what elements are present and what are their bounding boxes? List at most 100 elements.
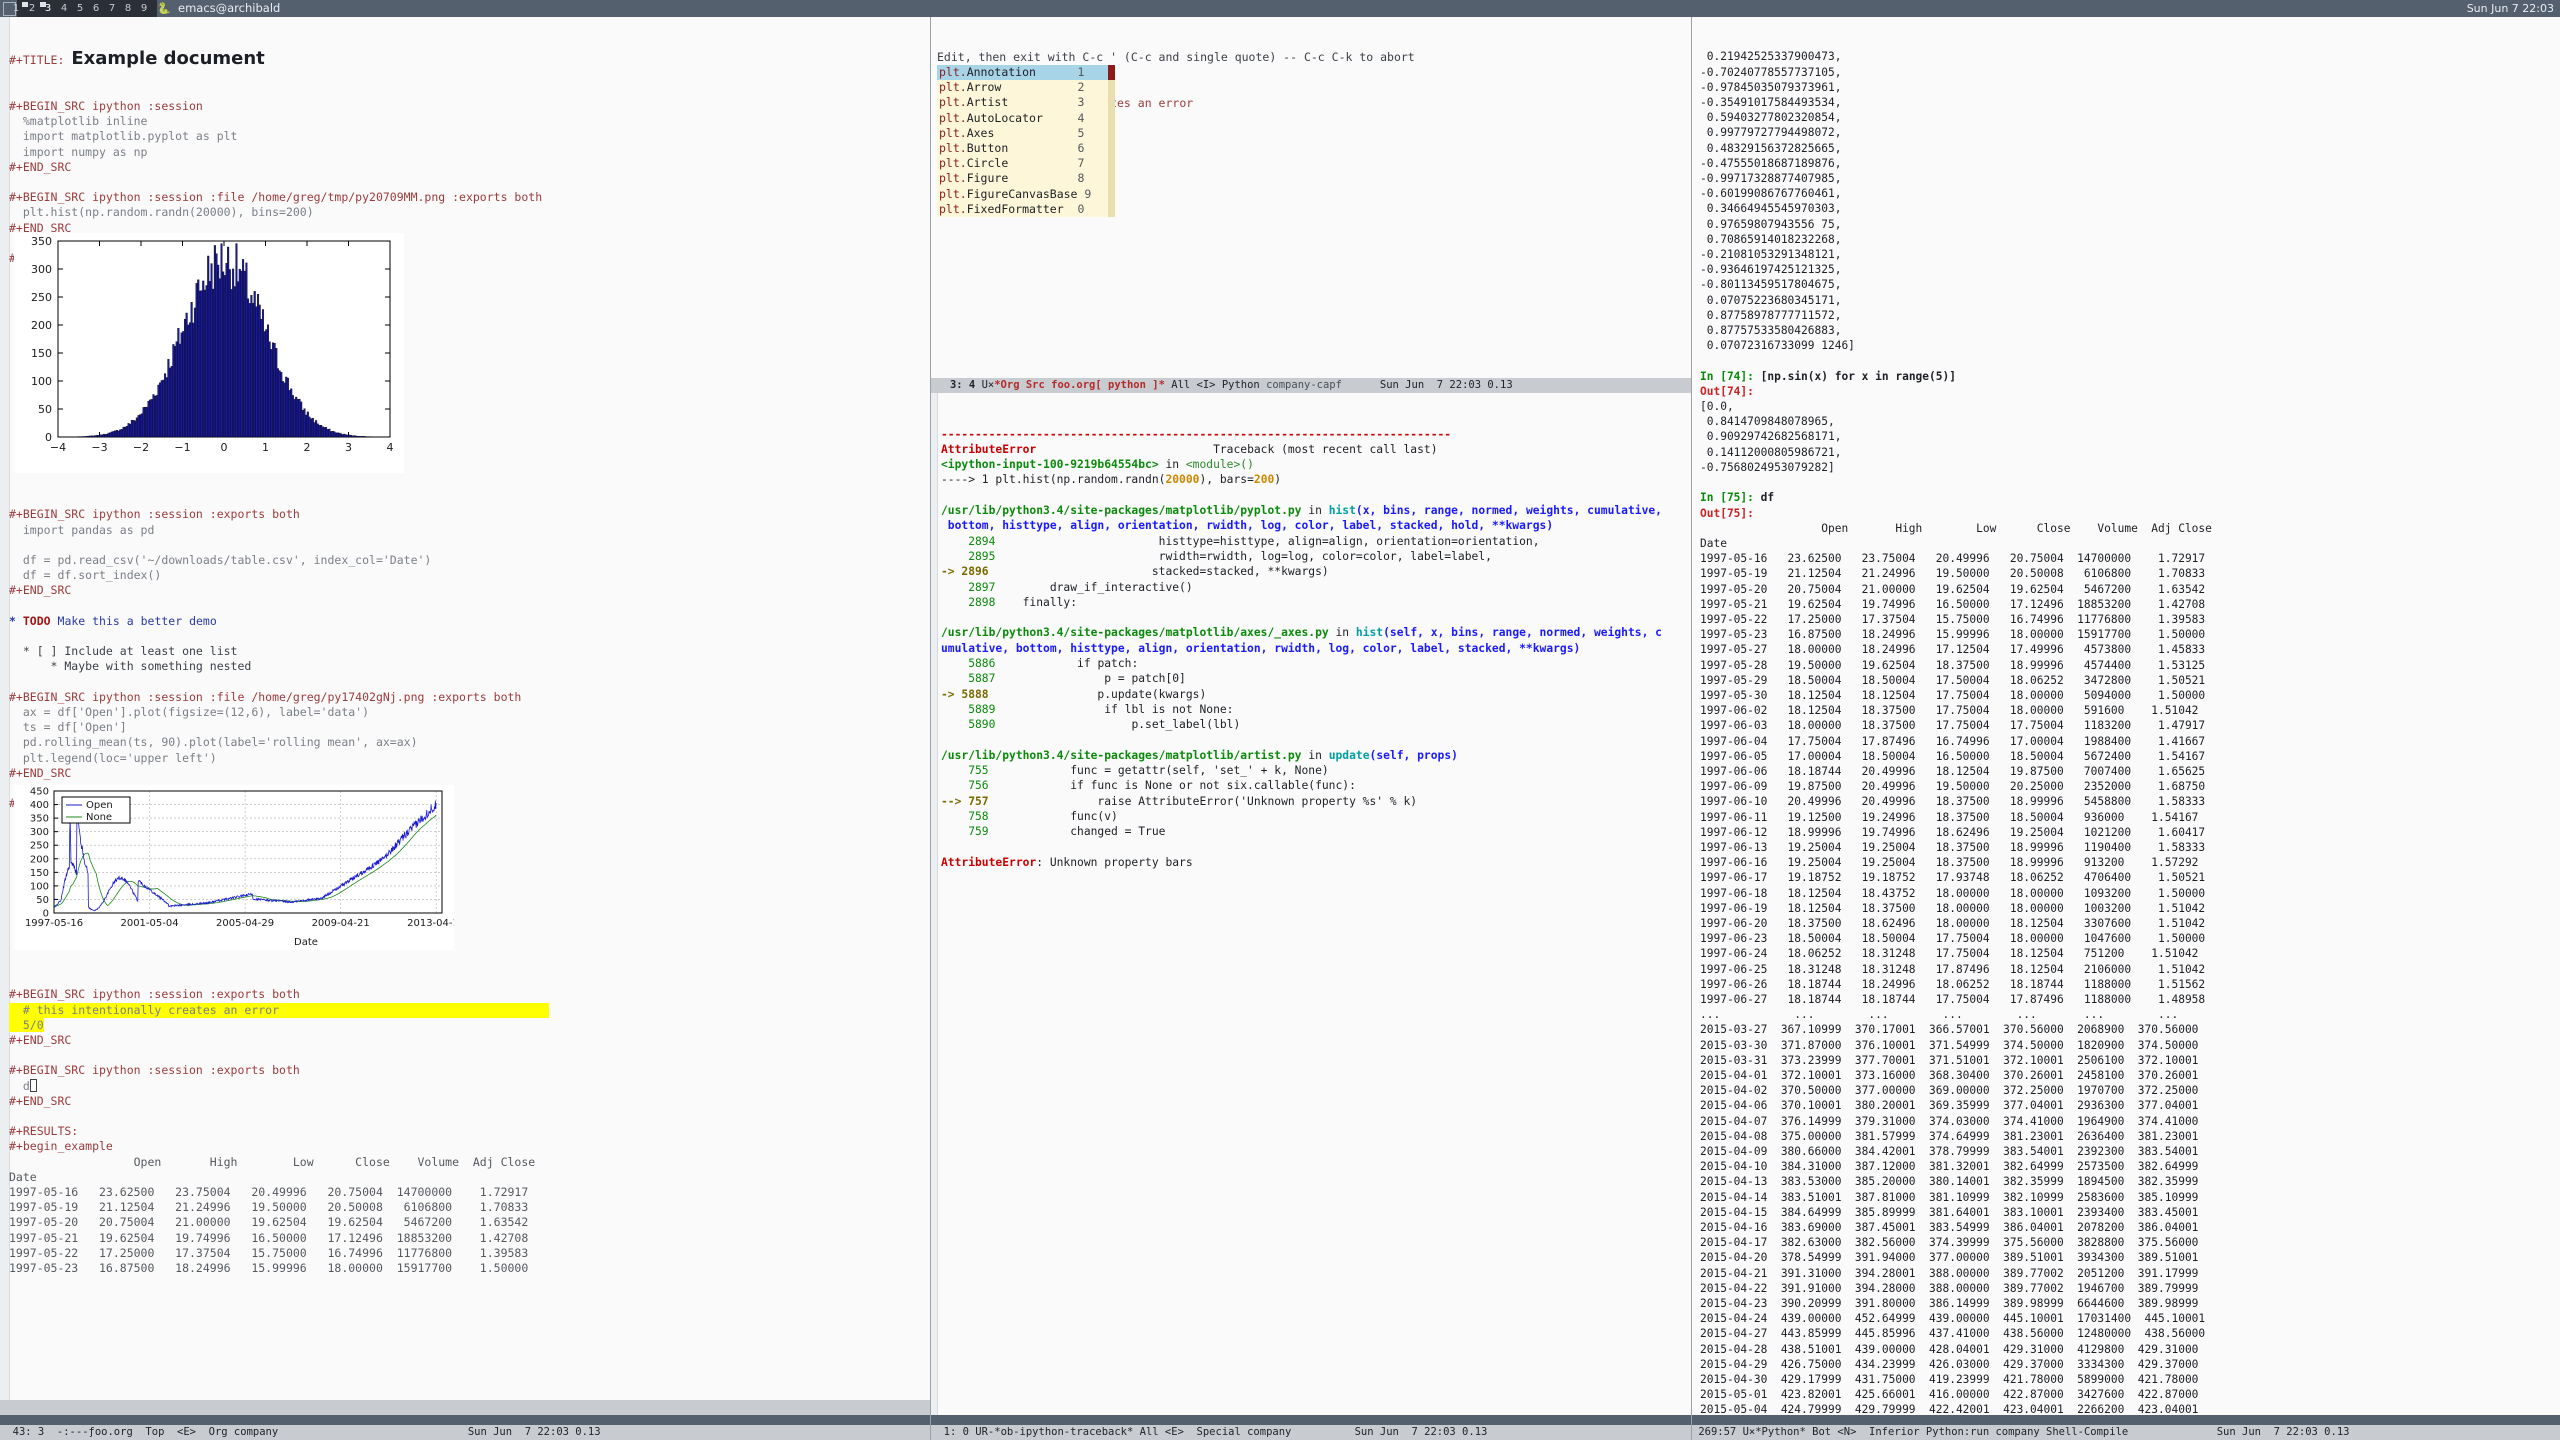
repl-table-row: 2015-04-13 383.53000 385.20000 380.14001… [1700, 1175, 2199, 1189]
tag-9[interactable]: 9 [136, 0, 152, 17]
repl-content[interactable]: 0.21942525337900473, -0.70240778557737105… [1700, 19, 2212, 1415]
svg-text:150: 150 [30, 868, 49, 879]
svg-text:2005-04-29: 2005-04-29 [216, 918, 274, 929]
completion-item[interactable]: plt.FixedFormatter 0 [937, 202, 1115, 217]
svg-text:4: 4 [387, 441, 394, 454]
traceback-pane[interactable]: ----------------------------------------… [931, 393, 1691, 1415]
repl-output-line: -0.80113459517804675, [1700, 278, 1842, 292]
completion-popup[interactable]: plt.Annotation 1 plt.Arrow 2 plt.Artist 3p… [937, 65, 1115, 217]
repl-table-row: 1997-05-22 17.25000 17.37504 15.75000 16… [1700, 612, 2206, 626]
repl-table-row: 2015-04-14 383.51001 387.81000 381.10999… [1700, 1190, 2199, 1204]
svg-text:150: 150 [31, 347, 52, 360]
svg-text:Open: Open [86, 800, 113, 811]
org-buffer-content-3[interactable]: #+BEGIN_SRC ipython :session :exports bo… [9, 957, 930, 1307]
repl-output-74: Out[74]: [1700, 384, 1754, 398]
org-line [9, 538, 930, 553]
repl-table-row: 1997-06-11 19.12500 19.24996 18.37500 18… [1700, 810, 2199, 824]
svg-text:250: 250 [30, 841, 49, 852]
traceback-final-error: AttributeError: Unknown property bars [941, 855, 1193, 869]
tag-list[interactable]: 123456789 [8, 0, 152, 17]
org-line [9, 675, 930, 690]
repl-table-row: 2015-04-09 380.66000 384.42001 378.79999… [1700, 1145, 2199, 1159]
completion-item[interactable]: plt.Annotation 1 [937, 65, 1115, 81]
repl-table-row: 1997-05-29 18.50004 18.50004 17.50004 18… [1700, 673, 2206, 687]
repl-output-line: 0.07075223680345171, [1700, 293, 1842, 307]
svg-text:300: 300 [30, 827, 49, 838]
repl-table-row: 2015-04-22 391.91000 394.28000 388.00000… [1700, 1281, 2199, 1295]
repl-spacer [1700, 353, 2212, 368]
ipython-repl-pane[interactable]: 0.21942525337900473, -0.70240778557737105… [1692, 17, 2560, 1415]
repl-output-line: 0.34664945545970303, [1700, 202, 1842, 216]
org-line: #+END_SRC [9, 159, 72, 174]
repl-table-row: 2015-04-21 391.31000 394.28001 388.00000… [1700, 1266, 2199, 1280]
repl-output-line: -0.93646197425121325, [1700, 263, 1842, 277]
timeseries-svg: 050100150200250300350400450 1997-05-16 20… [14, 785, 454, 950]
tag-7[interactable]: 7 [104, 0, 120, 17]
clock: Sun Jun 7 22:03 [2466, 2, 2554, 15]
org-line: d [9, 1078, 930, 1094]
org-line: 1997-05-16 23.62500 23.75004 20.49996 20… [9, 1185, 529, 1200]
completion-item[interactable]: plt.Artist 3 [937, 95, 1115, 110]
completion-scrollbar[interactable] [1108, 65, 1115, 217]
completion-item[interactable]: plt.FigureCanvasBase 9 [937, 187, 1115, 202]
completion-list[interactable]: plt.Annotation 1 plt.Arrow 2 plt.Artist 3p… [937, 65, 1115, 217]
repl-result-line: -0.7568024953079282] [1700, 460, 1835, 474]
tag-6[interactable]: 6 [88, 0, 104, 17]
traceback-error-header: AttributeError Traceback (most recent ca… [941, 442, 1438, 456]
org-line: df = df.sort_index() [9, 568, 162, 583]
repl-table-row: 1997-06-06 18.18744 20.49996 18.12504 19… [1700, 764, 2206, 778]
completion-item[interactable]: plt.Arrow 2 [937, 80, 1115, 95]
repl-table-row: 1997-05-16 23.62500 23.75004 20.49996 20… [1700, 552, 2206, 566]
svg-text:100: 100 [31, 375, 52, 388]
traceback-divider: ----------------------------------------… [941, 427, 1452, 441]
tag-8[interactable]: 8 [120, 0, 136, 17]
org-line: #+BEGIN_SRC ipython :session :file /home… [9, 689, 522, 704]
completion-item[interactable]: plt.Button 6 [937, 141, 1115, 156]
repl-output-line: -0.21081053291348121, [1700, 248, 1842, 262]
svg-text:−4: −4 [50, 441, 66, 454]
repl-table-row: 2015-04-28 438.51001 439.00000 428.04001… [1700, 1342, 2199, 1356]
completion-item[interactable]: plt.Figure 8 [937, 171, 1115, 186]
svg-text:2001-05-04: 2001-05-04 [120, 918, 178, 929]
org-title-line: #+TITLE: Example document [9, 50, 930, 68]
tag-2[interactable]: 2 [24, 0, 40, 17]
traceback-code-line: 5886 if patch: [941, 657, 1139, 671]
repl-result-line: 0.90929742682568171, [1700, 430, 1842, 444]
org-document-pane[interactable]: #+TITLE: Example document #+BEGIN_SRC ip… [0, 17, 930, 1415]
repl-output-line: -0.97845035079373961, [1700, 80, 1842, 94]
tag-5[interactable]: 5 [72, 0, 88, 17]
completion-item[interactable]: plt.Circle 7 [937, 156, 1115, 171]
svg-text:1: 1 [262, 441, 269, 454]
repl-table-row: 2015-04-29 426.75000 434.23999 426.03000… [1700, 1357, 2199, 1371]
repl-table-row: 2015-04-24 439.00000 452.64999 439.00000… [1700, 1312, 2206, 1326]
completion-item[interactable]: plt.Axes 5 [937, 126, 1115, 141]
svg-text:100: 100 [30, 881, 49, 892]
repl-output-line: 0.87757533580426883, [1700, 324, 1842, 338]
desktop-screen: 123456789 🐍 emacs@archibald Sun Jun 7 22… [0, 0, 2560, 1440]
tag-4[interactable]: 4 [56, 0, 72, 17]
svg-text:2: 2 [304, 441, 311, 454]
traceback-code-line: -> 5888 p.update(kwargs) [941, 687, 1207, 701]
svg-text:−2: −2 [133, 441, 149, 454]
repl-table-row: 1997-05-19 21.12504 21.24996 19.50000 20… [1700, 567, 2206, 581]
repl-table-row: 2015-04-01 372.10001 373.16000 368.30400… [1700, 1069, 2199, 1083]
repl-table-header: Open High Low Close Volume Adj Close [1700, 521, 2212, 535]
completion-item[interactable]: plt.AutoLocator 4 [937, 111, 1115, 126]
traceback-code-line: 759 changed = True [941, 825, 1166, 839]
svg-text:250: 250 [31, 291, 52, 304]
repl-table-row: 1997-05-21 19.62504 19.74996 16.50000 17… [1700, 597, 2206, 611]
repl-table-row: 1997-05-27 18.00000 18.24996 17.12504 17… [1700, 643, 2206, 657]
repl-table-row: 1997-06-03 18.00000 18.37500 17.75004 17… [1700, 719, 2206, 733]
org-line: #+END_SRC [9, 765, 72, 780]
tag-1[interactable]: 1 [8, 0, 24, 17]
traceback-content[interactable]: ----------------------------------------… [941, 396, 1686, 901]
repl-table-row: 2015-04-17 382.63000 382.56000 374.39999… [1700, 1236, 2199, 1250]
org-line: # this intentionally creates an error [9, 1002, 930, 1018]
org-line: 1997-05-20 20.75004 21.00000 19.62504 19… [9, 1215, 529, 1230]
svg-text:450: 450 [30, 787, 49, 798]
repl-table-row: 1997-06-04 17.75004 17.87496 16.74996 17… [1700, 734, 2206, 748]
tag-3[interactable]: 3 [40, 0, 56, 17]
repl-output-line: -0.47555018687189876, [1700, 156, 1842, 170]
org-src-edit-pane[interactable]: Edit, then exit with C-c ' (C-c and sing… [931, 17, 1691, 393]
repl-input-74: In [74]: [np.sin(x) for x in range(5)] [1700, 369, 1956, 383]
